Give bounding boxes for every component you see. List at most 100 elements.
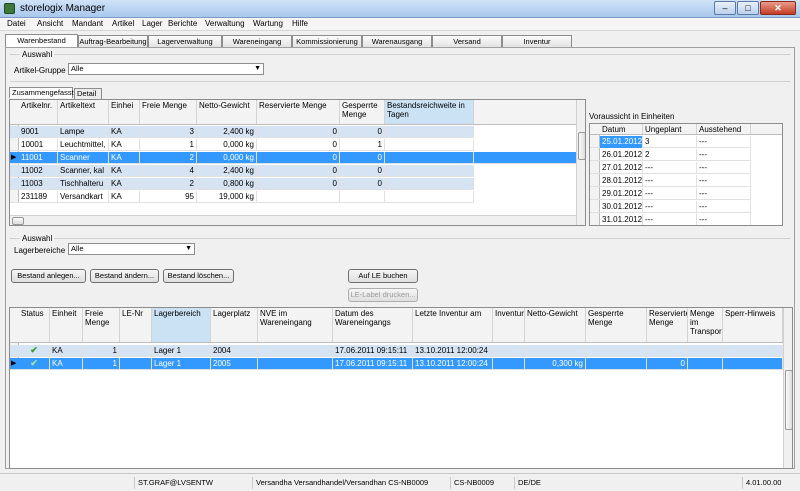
article-summary-grid: Artikelnr. Artikeltext Einhei Freie Meng… <box>9 99 586 226</box>
detail-vscrollbar[interactable] <box>783 308 792 468</box>
menu-wartung[interactable]: Wartung <box>253 19 283 28</box>
auf-le-buchen-button[interactable]: Auf LE buchen <box>348 269 418 283</box>
summary-grid-header: Artikelnr. Artikeltext Einhei Freie Meng… <box>10 100 585 125</box>
maximize-button[interactable]: □ <box>737 1 759 15</box>
menu-artikel[interactable]: Artikel <box>112 19 134 28</box>
row-pointer-icon: ▶ <box>11 154 17 161</box>
col-lagerplatz[interactable]: Lagerplatz <box>211 308 258 342</box>
list-item[interactable]: 26.01.2012 2 --- <box>590 149 751 161</box>
col-gesperrte-menge[interactable]: Gesperrte Menge <box>586 308 647 342</box>
list-item[interactable]: 27.01.2012 --- --- <box>590 162 751 174</box>
menu-mandant[interactable]: Mandant <box>72 19 103 28</box>
status-bar: ST.GRAF@LVSENTW Versandha Versandhandel/… <box>0 473 800 491</box>
col-nve-wareneingang[interactable]: NVE im Wareneingang <box>258 308 333 342</box>
auswahl-lager-group-label: Auswahl <box>20 234 55 243</box>
list-item[interactable]: 28.01.2012 --- --- <box>590 175 751 187</box>
status-user: ST.GRAF@LVSENTW <box>134 477 250 489</box>
menu-lager[interactable]: Lager <box>142 19 162 28</box>
table-row[interactable]: 9001 Lampe KA 3 2,400 kg 0 0 <box>10 126 474 138</box>
forecast-title: Voraussicht in Einheiten <box>589 112 675 121</box>
col-ungeplant[interactable]: Ungeplant <box>643 124 697 134</box>
col-lagerbereich[interactable]: Lagerbereich <box>152 308 211 342</box>
status-host: CS-NB0009 <box>450 477 512 489</box>
col-freie-menge[interactable]: Freie Menge <box>140 100 197 124</box>
app-icon <box>4 3 15 14</box>
col-status[interactable]: Status <box>19 308 50 342</box>
list-item[interactable]: 29.01.2012 --- --- <box>590 188 751 200</box>
chevron-down-icon: ▼ <box>254 65 261 72</box>
forecast-grid: Datum Ungeplant Ausstehend 25.01.2012 3 … <box>589 123 783 226</box>
menu-verwaltung[interactable]: Verwaltung <box>205 19 245 28</box>
chevron-down-icon: ▼ <box>185 245 192 252</box>
main-tabs: Warenbestand Auftrag-Bearbeitung Lagerve… <box>0 34 800 47</box>
col-bestandsreichweite[interactable]: Bestandsreichweite in Tagen <box>385 100 474 124</box>
col-le-nr[interactable]: LE-Nr <box>120 308 152 342</box>
artikel-gruppe-select[interactable]: Alle ▼ <box>68 63 264 75</box>
col-einheit[interactable]: Einhei <box>109 100 140 124</box>
status-client: Versandha Versandhandel/Versandhan CS-NB… <box>252 477 448 489</box>
tab-versand[interactable]: Versand <box>432 35 502 47</box>
col-netto-gewicht[interactable]: Netto-Gewicht <box>525 308 586 342</box>
menu-hilfe[interactable]: Hilfe <box>292 19 308 28</box>
list-item[interactable]: 31.01.2012 --- --- <box>590 214 751 225</box>
warenbestand-panel: Auswahl Artikel-Gruppe Alle ▼ Zusammenge… <box>5 47 795 469</box>
menu-ansicht[interactable]: Ansicht <box>37 19 63 28</box>
col-gesperrte-menge[interactable]: Gesperrte Menge <box>340 100 385 124</box>
tab-kommissionierung[interactable]: Kommissionierung <box>292 35 362 47</box>
col-einheit[interactable]: Einheit <box>50 308 83 342</box>
table-row[interactable]: 11002 Scanner, kal KA 4 2,400 kg 0 0 <box>10 165 474 177</box>
col-letzte-inventur[interactable]: Letzte Inventur am <box>413 308 493 342</box>
minimize-button[interactable]: – <box>714 1 736 15</box>
tab-zusammengefasst[interactable]: Zusammengefasst <box>9 87 74 98</box>
table-row-selected[interactable]: 11001 Scanner KA 2 0,000 kg 0 0 <box>10 152 585 164</box>
table-row[interactable]: ✔ KA 1 Lager 1 2004 17.06.2011 09:15:11 … <box>10 345 783 357</box>
tab-warenausgang[interactable]: Warenausgang <box>362 35 432 47</box>
col-menge-transport[interactable]: Menge im Transpor <box>688 308 723 342</box>
tab-wareneingang[interactable]: Wareneingang <box>222 35 292 47</box>
table-row[interactable]: 231189 Versandkart KA 95 19,000 kg <box>10 191 474 203</box>
col-reservierte-menge[interactable]: Reservierte Menge <box>647 308 688 342</box>
col-sperr-hinweis[interactable]: Sperr-Hinweis <box>723 308 783 342</box>
col-artikeltext[interactable]: Artikeltext <box>58 100 109 124</box>
col-artikelnr[interactable]: Artikelnr. <box>19 100 58 124</box>
row-pointer-icon: ▶ <box>11 360 17 367</box>
bestand-aendern-button[interactable]: Bestand ändern... <box>90 269 159 283</box>
tab-detail[interactable]: Detail <box>74 88 102 99</box>
bestand-anlegen-button[interactable]: Bestand anlegen... <box>11 269 86 283</box>
list-item[interactable]: 30.01.2012 --- --- <box>590 201 751 213</box>
table-row-selected[interactable]: ✔ KA 1 Lager 1 2005 17.06.2011 09:15:11 … <box>10 358 783 370</box>
list-item[interactable]: 25.01.2012 3 --- <box>590 136 751 148</box>
summary-vscrollbar[interactable] <box>576 100 585 225</box>
lagerbereiche-select[interactable]: Alle ▼ <box>68 243 195 255</box>
col-ausstehend[interactable]: Ausstehend <box>697 124 751 134</box>
artikel-gruppe-label: Artikel-Gruppe <box>14 66 66 75</box>
le-label-drucken-button[interactable]: LE-Label drucken... <box>348 288 418 302</box>
status-language: DE/DE <box>514 477 554 489</box>
table-row[interactable]: 11003 Tischhalteru KA 2 0,800 kg 0 0 <box>10 178 474 190</box>
col-datum[interactable]: Datum <box>600 124 643 134</box>
bestand-loeschen-button[interactable]: Bestand löschen... <box>163 269 234 283</box>
window-title: storelogix Manager <box>20 3 106 14</box>
detail-grid-header: Status Einheit Freie Menge LE-Nr Lagerbe… <box>10 308 792 343</box>
tab-lagerverwaltung[interactable]: Lagerverwaltung <box>148 35 222 47</box>
title-bar: storelogix Manager – □ ✕ <box>0 0 800 18</box>
menu-berichte[interactable]: Berichte <box>168 19 197 28</box>
tab-warenbestand[interactable]: Warenbestand <box>5 34 78 47</box>
close-button[interactable]: ✕ <box>760 1 796 15</box>
summary-hscrollbar[interactable] <box>10 215 577 225</box>
col-datum-wareneingang[interactable]: Datum des Wareneingangs <box>333 308 413 342</box>
col-reservierte-menge[interactable]: Reservierte Menge <box>257 100 340 124</box>
menu-datei[interactable]: Datei <box>7 19 26 28</box>
check-icon: ✔ <box>19 358 50 370</box>
col-freie-menge[interactable]: Freie Menge <box>83 308 120 342</box>
status-version: 4.01.00.00 <box>742 477 796 489</box>
table-row[interactable]: 10001 Leuchtmittel, KA 1 0,000 kg 0 1 <box>10 139 474 151</box>
tab-inventur[interactable]: Inventur <box>502 35 572 47</box>
stock-detail-grid: Status Einheit Freie Menge LE-Nr Lagerbe… <box>9 307 793 469</box>
col-netto-gewicht[interactable]: Netto-Gewicht <box>197 100 257 124</box>
check-icon: ✔ <box>19 345 50 357</box>
col-inventur[interactable]: Inventur <box>493 308 525 342</box>
tab-auftrag-bearbeitung[interactable]: Auftrag-Bearbeitung <box>78 35 148 47</box>
menu-bar: Datei Ansicht Mandant Artikel Lager Beri… <box>0 18 800 31</box>
lagerbereiche-label: Lagerbereiche <box>14 246 66 255</box>
